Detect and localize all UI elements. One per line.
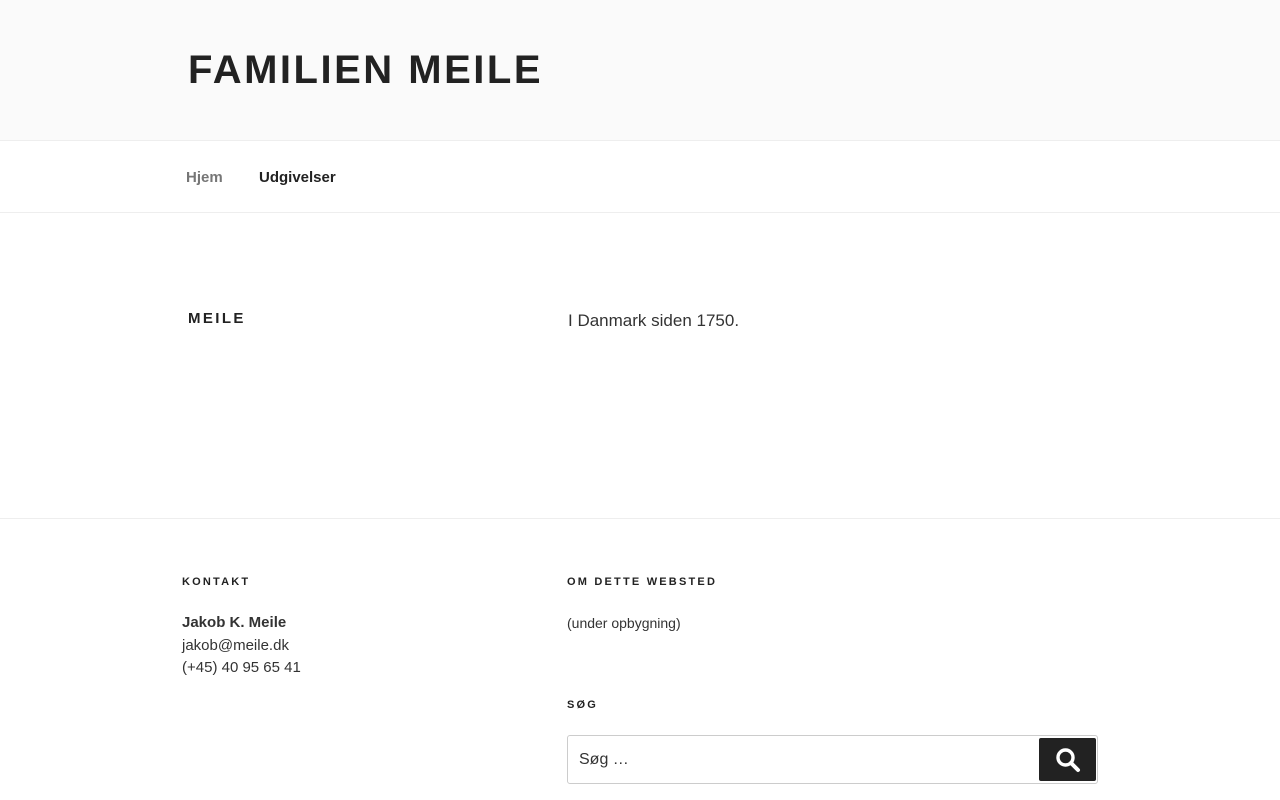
search-heading: SØG	[567, 699, 599, 711]
about-text: (under opbygning)	[567, 615, 681, 631]
site-header: FAMILIEN MEILE	[0, 0, 1280, 141]
nav-item-home[interactable]: Hjem	[186, 168, 223, 188]
search-button[interactable]	[1039, 738, 1096, 781]
contact-phone: (+45) 40 95 65 41	[182, 659, 301, 676]
page-text: I Danmark siden 1750.	[568, 311, 740, 330]
contact-heading: KONTAKT	[182, 576, 251, 588]
site-title[interactable]: FAMILIEN MEILE	[188, 48, 543, 92]
about-heading: OM DETTE WEBSTED	[567, 576, 718, 588]
nav-item-releases[interactable]: Udgivelser	[259, 168, 336, 188]
contact-email[interactable]: jakob@meile.dk	[182, 636, 289, 656]
search-icon	[1055, 747, 1080, 772]
footer-divider	[0, 518, 1280, 519]
main-navigation: Hjem Udgivelser	[0, 142, 1280, 213]
search-form	[567, 735, 1098, 784]
search-input[interactable]	[568, 736, 1036, 783]
contact-name: Jakob K. Meile	[182, 614, 287, 631]
page-title: MEILE	[188, 310, 246, 327]
